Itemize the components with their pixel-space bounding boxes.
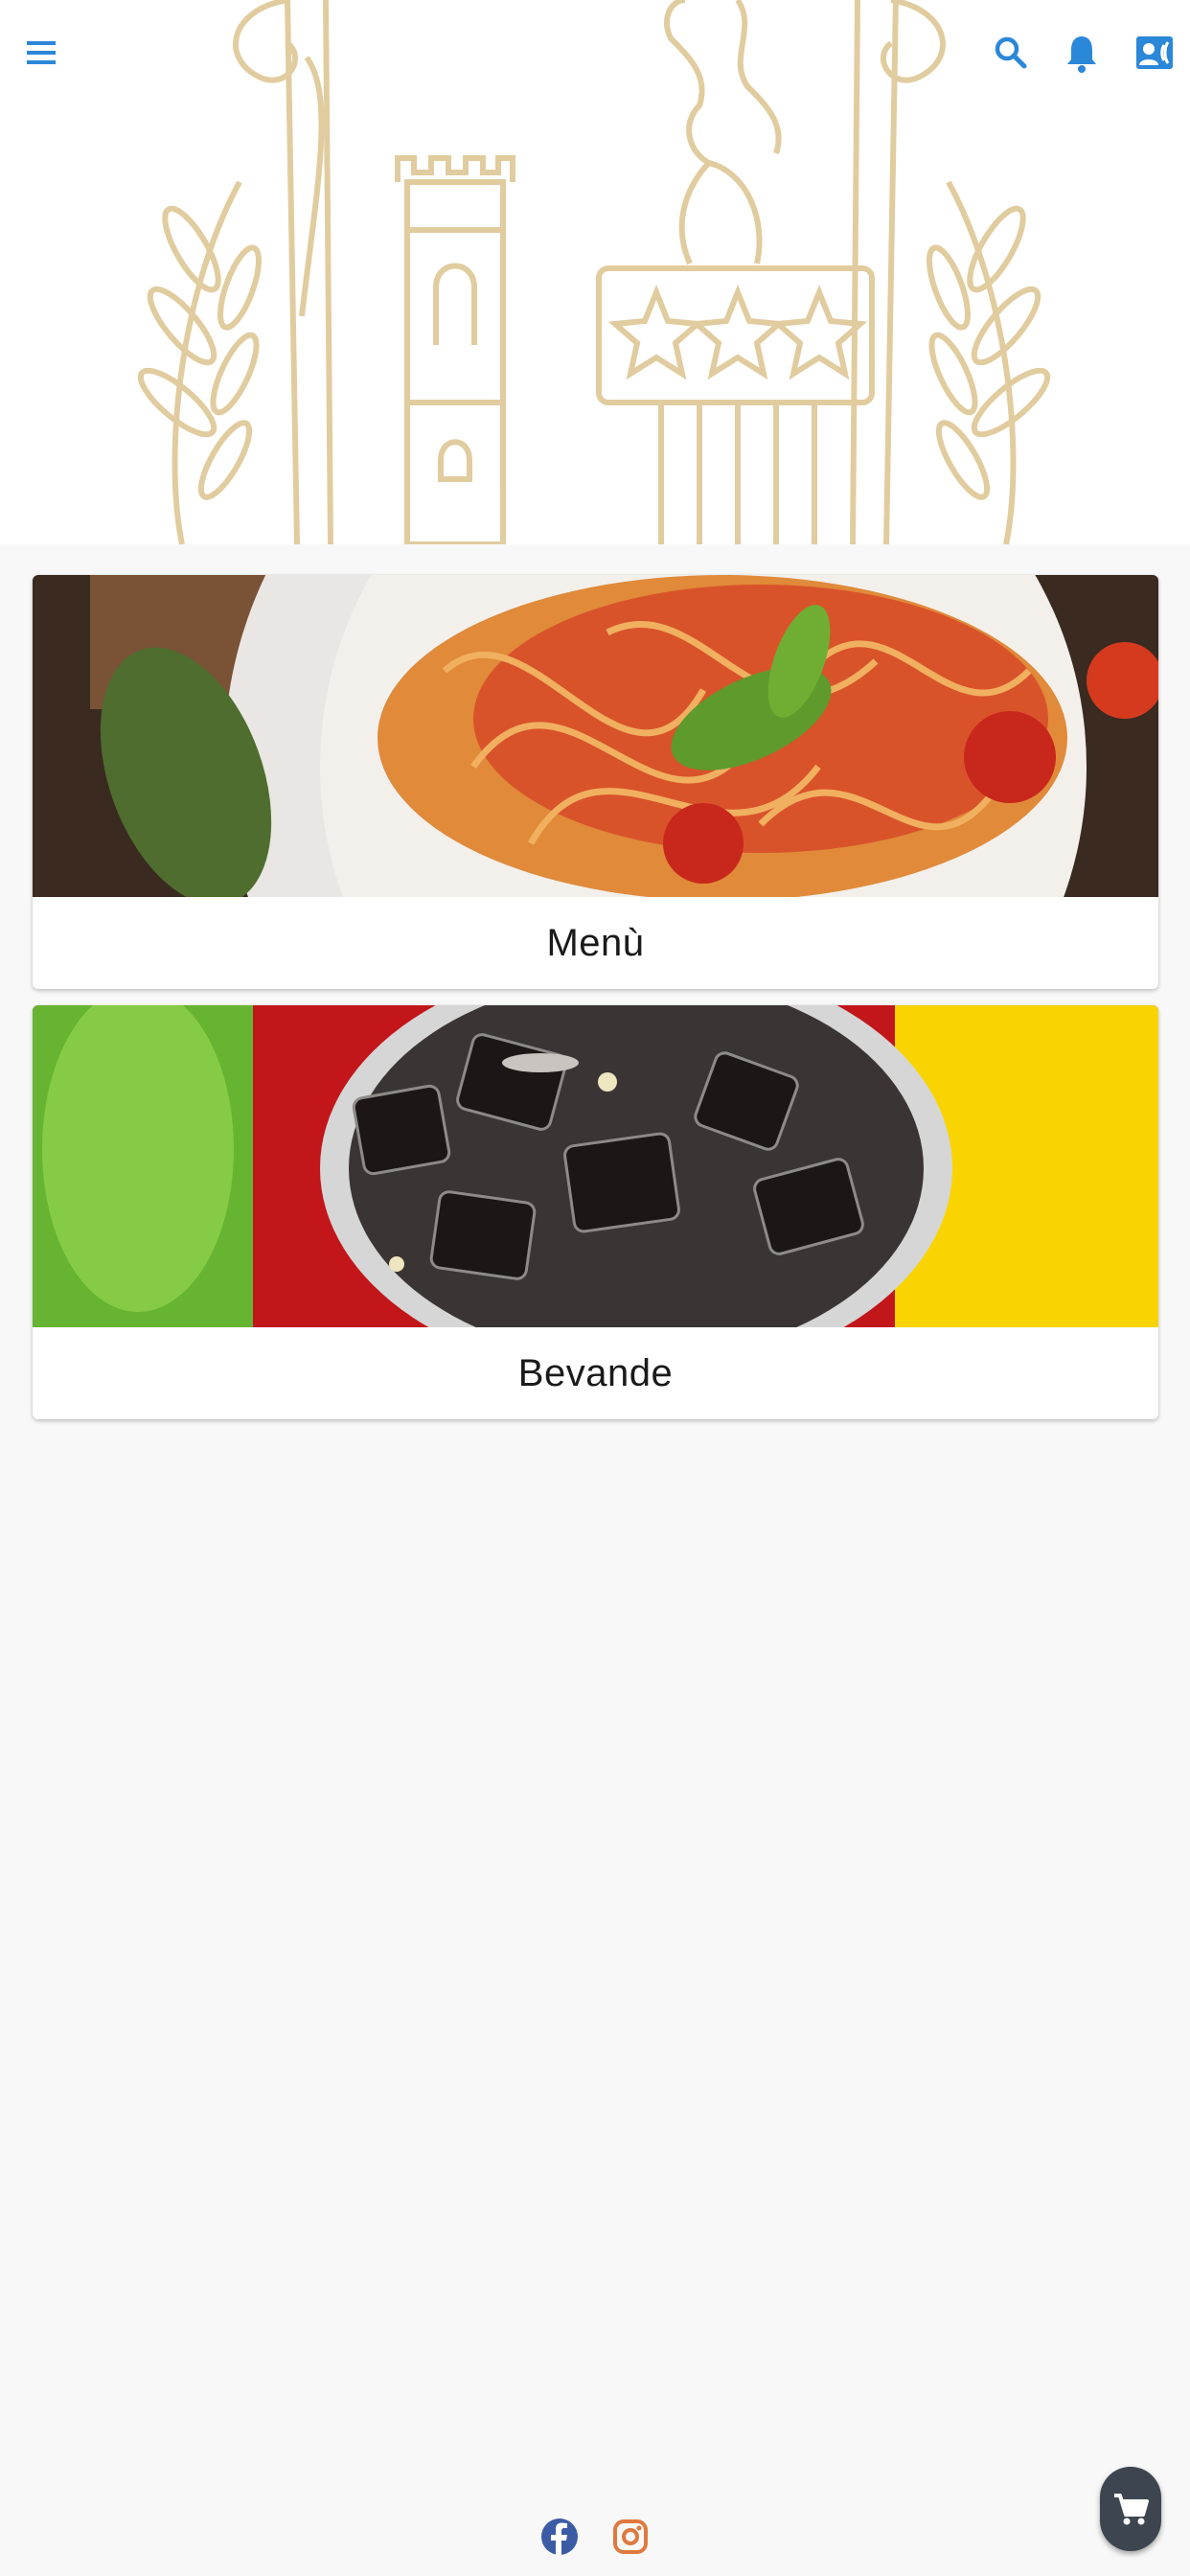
header-banner — [0, 0, 1190, 544]
search-icon — [995, 36, 1027, 69]
facebook-icon — [541, 2518, 578, 2555]
app-screen: Menù Bevande — [0, 0, 1190, 2576]
facebook-link[interactable] — [538, 2511, 582, 2563]
instagram-icon — [613, 2519, 648, 2554]
hamburger-menu-button[interactable] — [10, 21, 73, 84]
search-button[interactable] — [979, 21, 1042, 84]
instagram-link[interactable] — [608, 2511, 652, 2563]
category-label: Menù — [546, 921, 645, 964]
bell-icon — [1067, 36, 1096, 73]
notifications-button[interactable] — [1050, 21, 1113, 84]
category-card-menu[interactable]: Menù — [33, 575, 1158, 989]
contacts-button[interactable] — [1123, 21, 1186, 84]
drinks-photo — [33, 1005, 1158, 1327]
pasta-photo — [33, 575, 1158, 897]
hamburger-menu-icon — [27, 41, 56, 64]
cart-button[interactable] — [1100, 2467, 1161, 2551]
category-label: Bevande — [517, 1351, 674, 1394]
cart-icon — [1114, 2494, 1149, 2525]
category-card-bevande[interactable]: Bevande — [33, 1005, 1158, 1419]
contact-card-icon — [1136, 36, 1173, 69]
